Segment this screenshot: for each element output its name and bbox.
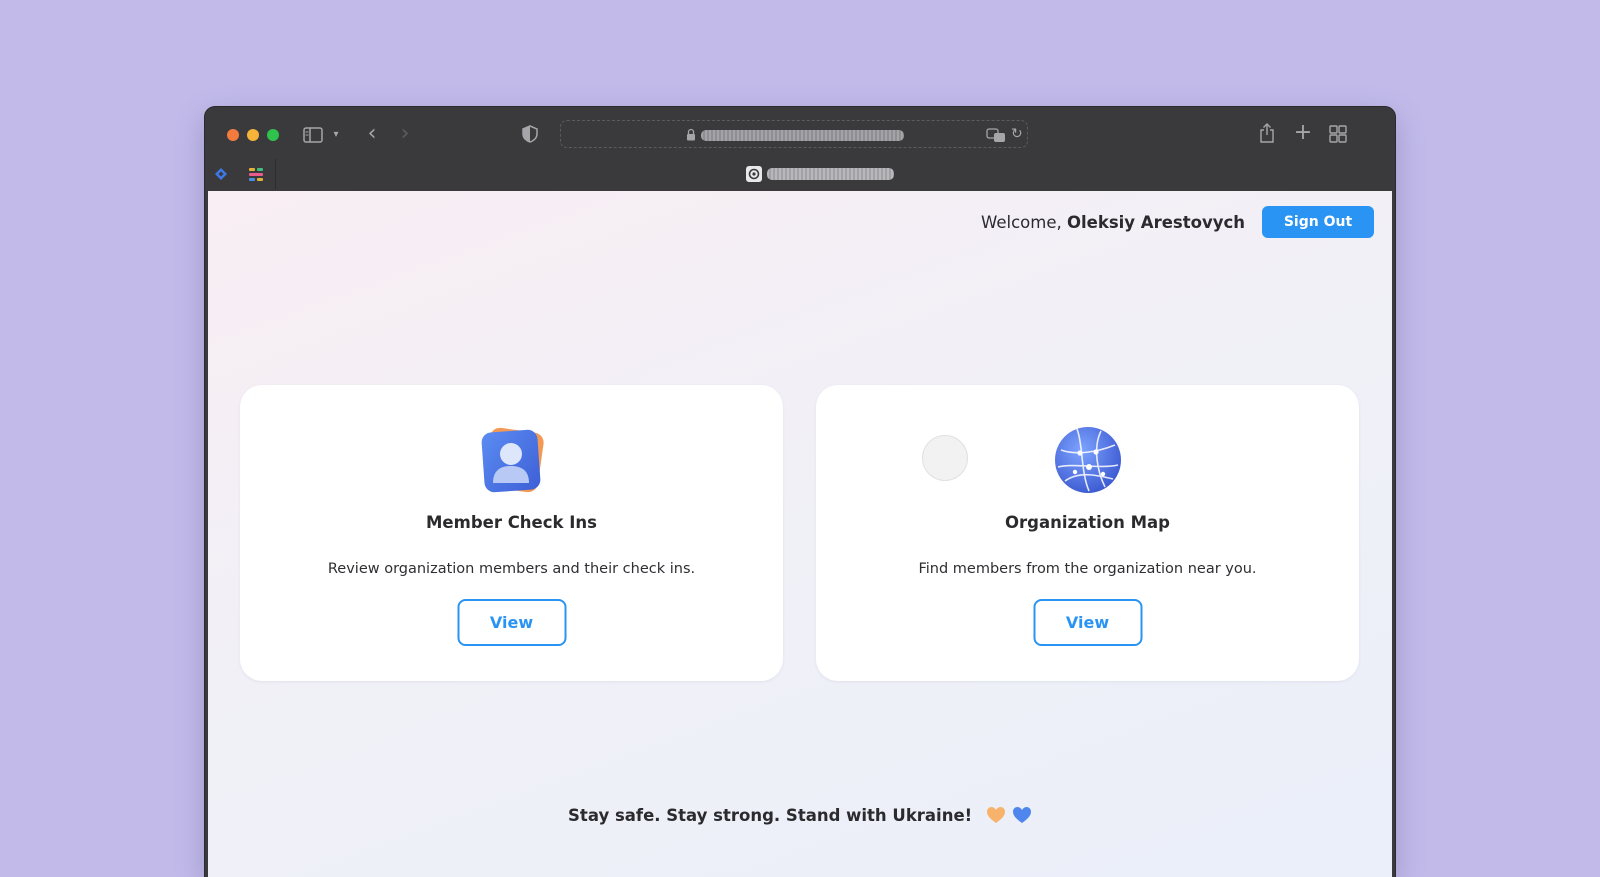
pinned-tab-icon[interactable]: [214, 167, 228, 181]
site-favicon-icon: [745, 165, 763, 183]
tab-bar: [205, 159, 1395, 189]
footer-text: Stay safe. Stay strong. Stand with Ukrai…: [568, 806, 973, 825]
tab-overview-icon[interactable]: [1328, 124, 1348, 144]
browser-window: ▾ ‹ › ↻ + Welcome, Oleksiy Arestovych Si…: [205, 107, 1395, 877]
view-check-ins-button[interactable]: View: [457, 599, 566, 646]
share-icon[interactable]: [1258, 122, 1276, 144]
shield-icon[interactable]: [520, 124, 540, 144]
new-tab-icon[interactable]: +: [1293, 122, 1313, 144]
page-content: Welcome, Oleksiy Arestovych Sign Out Mem…: [208, 191, 1392, 877]
reload-icon[interactable]: ↻: [1011, 126, 1025, 142]
welcome-message: Welcome, Oleksiy Arestovych: [981, 213, 1245, 232]
card-title: Organization Map: [1005, 513, 1170, 532]
orange-heart-icon: [986, 807, 1005, 823]
card-description: Review organization members and their ch…: [327, 561, 696, 577]
forward-icon[interactable]: ›: [395, 123, 415, 145]
address-bar[interactable]: ↻: [560, 120, 1028, 148]
user-name: Oleksiy Arestovych: [1066, 213, 1245, 232]
welcome-prefix: Welcome,: [981, 213, 1067, 232]
card-description: Find members from the organization near …: [918, 561, 1257, 577]
tab-title-redacted[interactable]: [767, 168, 894, 180]
blue-heart-icon: [1012, 807, 1031, 823]
chevron-down-icon[interactable]: ▾: [330, 127, 342, 143]
sign-out-button[interactable]: Sign Out: [1262, 206, 1374, 238]
lock-icon: [686, 128, 696, 141]
close-icon[interactable]: [227, 129, 239, 141]
member-check-ins-card: Member Check Ins Review organization mem…: [240, 385, 783, 681]
globe-icon: [1053, 425, 1123, 495]
view-map-button[interactable]: View: [1033, 599, 1142, 646]
footer-message: Stay safe. Stay strong. Stand with Ukrai…: [208, 806, 1392, 825]
loading-placeholder: [922, 435, 968, 481]
tab-divider: [275, 159, 276, 189]
member-icon: [477, 425, 547, 495]
minimize-icon[interactable]: [247, 129, 259, 141]
browser-toolbar: ▾ ‹ › ↻ +: [205, 107, 1395, 159]
url-text-redacted: [701, 130, 904, 141]
pinned-tab-icon[interactable]: [248, 166, 264, 182]
organization-map-card: Organization Map Find members from the o…: [816, 385, 1359, 681]
maximize-icon[interactable]: [267, 129, 279, 141]
card-title: Member Check Ins: [426, 513, 597, 532]
sidebar-icon[interactable]: [303, 125, 323, 145]
back-icon[interactable]: ‹: [362, 123, 382, 145]
translate-icon[interactable]: [986, 127, 1006, 143]
